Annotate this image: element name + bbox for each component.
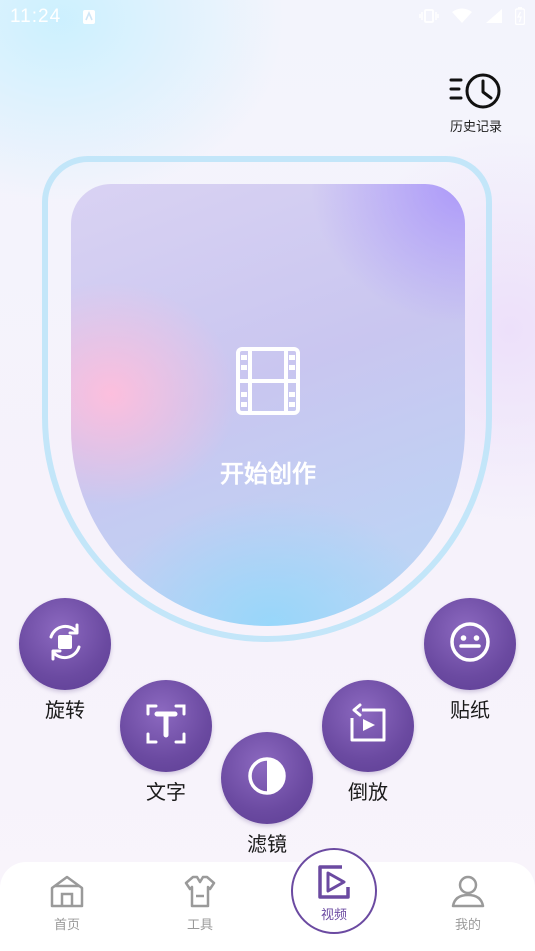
history-button[interactable]: 历史记录 bbox=[440, 72, 512, 135]
wifi-icon bbox=[451, 8, 473, 28]
tool-label: 贴纸 bbox=[450, 698, 490, 722]
profile-icon bbox=[450, 875, 486, 912]
rotate-icon bbox=[43, 620, 87, 668]
signal-icon bbox=[485, 8, 503, 28]
history-clock-icon bbox=[449, 72, 503, 116]
sticker-icon bbox=[448, 620, 492, 668]
text-button[interactable] bbox=[120, 680, 212, 772]
nav-home[interactable]: 首页 bbox=[32, 874, 102, 933]
bottom-nav: 首页 工具 我的 bbox=[0, 862, 535, 951]
nav-label: 我的 bbox=[454, 918, 481, 933]
nav-label: 首页 bbox=[53, 918, 80, 933]
tool-label: 旋转 bbox=[45, 698, 85, 722]
tool-text[interactable]: 文字 bbox=[120, 680, 212, 805]
text-icon bbox=[144, 702, 188, 750]
notification-icon bbox=[82, 9, 96, 29]
nav-label: 工具 bbox=[186, 918, 213, 933]
tool-reverse[interactable]: 倒放 bbox=[322, 680, 414, 805]
nav-profile[interactable]: 我的 bbox=[433, 874, 503, 933]
tool-label: 滤镜 bbox=[247, 832, 287, 856]
start-create-button[interactable]: 开始创作 bbox=[71, 184, 465, 626]
create-label: 开始创作 bbox=[220, 460, 316, 488]
tool-label: 文字 bbox=[146, 780, 186, 804]
sticker-button[interactable] bbox=[424, 598, 516, 690]
film-icon bbox=[234, 347, 302, 419]
vibrate-icon bbox=[419, 8, 439, 28]
tool-rotate[interactable]: 旋转 bbox=[19, 598, 111, 723]
home-icon bbox=[49, 875, 85, 912]
battery-icon bbox=[514, 7, 526, 29]
nav-video[interactable]: 视频 bbox=[291, 848, 377, 934]
nav-tools[interactable]: 工具 bbox=[165, 874, 235, 933]
reverse-play-icon bbox=[346, 702, 390, 750]
nav-label: 视频 bbox=[320, 908, 347, 923]
status-time: 11:24 bbox=[10, 6, 62, 27]
status-bar: 11:24 bbox=[0, 0, 535, 36]
tool-filter[interactable]: 滤镜 bbox=[221, 732, 313, 857]
tools-icon bbox=[182, 875, 218, 912]
reverse-button[interactable] bbox=[322, 680, 414, 772]
filter-button[interactable] bbox=[221, 732, 313, 824]
filter-icon bbox=[245, 754, 289, 802]
tool-sticker[interactable]: 贴纸 bbox=[424, 598, 516, 723]
tool-label: 倒放 bbox=[348, 780, 388, 804]
video-icon bbox=[293, 864, 375, 904]
history-label: 历史记录 bbox=[449, 120, 502, 135]
rotate-button[interactable] bbox=[19, 598, 111, 690]
